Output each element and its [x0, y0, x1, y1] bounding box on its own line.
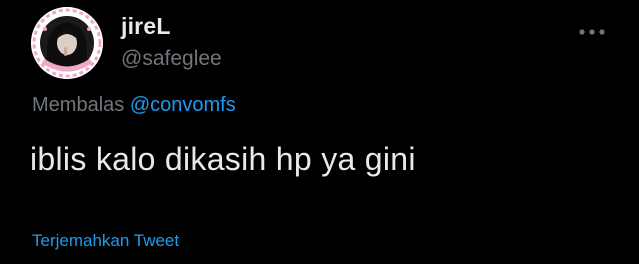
- user-handle[interactable]: @safeglee: [121, 47, 222, 71]
- more-horizontal-icon: [579, 29, 605, 35]
- avatar-image: [31, 7, 103, 79]
- tweet-text: iblis kalo dikasih hp ya gini: [30, 141, 416, 177]
- replying-to: Membalas @convomfs: [32, 94, 236, 117]
- more-options-button[interactable]: [573, 20, 611, 44]
- avatar[interactable]: [31, 7, 103, 79]
- replying-to-label: Membalas: [32, 94, 125, 116]
- translate-tweet-link[interactable]: Terjemahkan Tweet: [32, 231, 179, 251]
- display-name[interactable]: jireL: [121, 13, 171, 40]
- tweet-card: jireL @safeglee Membalas @convomfs iblis…: [0, 0, 639, 264]
- reply-mention-link[interactable]: @convomfs: [130, 94, 236, 116]
